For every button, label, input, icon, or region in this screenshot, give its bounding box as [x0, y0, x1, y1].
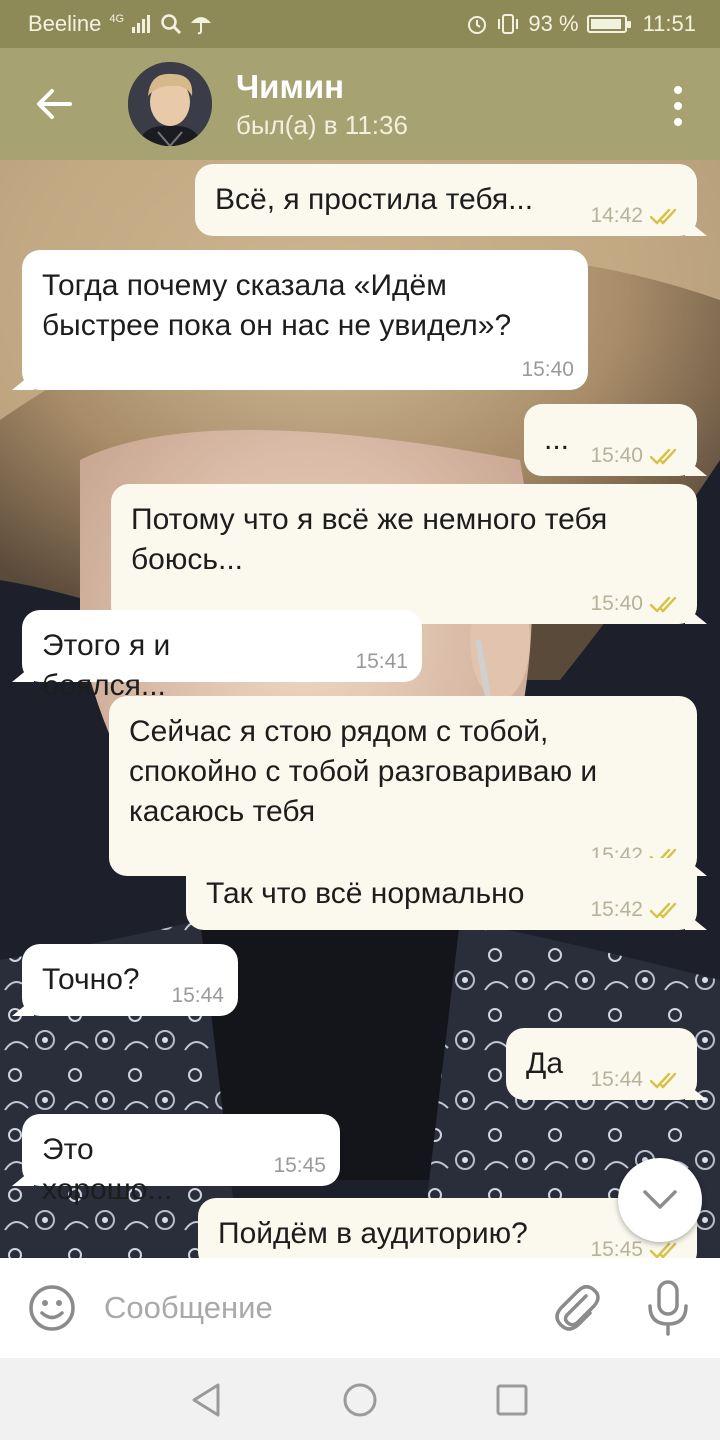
message-time: 15:42 — [590, 898, 643, 921]
message-text: Точно? — [42, 963, 140, 996]
outgoing-message[interactable]: Сейчас я стою рядом с тобой, спокойно с … — [109, 696, 697, 876]
outgoing-message[interactable]: Всё, я простила тебя... 14:42 — [195, 164, 697, 236]
umbrella-icon — [190, 13, 212, 35]
smiley-icon — [29, 1285, 75, 1331]
message-meta: 15:41 — [355, 650, 408, 674]
status-bar: Beeline 4G 93 % 11:51 — [0, 0, 720, 48]
scroll-to-bottom-button[interactable] — [618, 1158, 702, 1242]
menu-dot — [674, 102, 682, 110]
paperclip-icon — [555, 1285, 600, 1331]
more-vertical-icon — [674, 86, 682, 94]
network-type-label: 4G — [109, 13, 125, 25]
chat-header: Чимин был(а) в 11:36 — [0, 48, 720, 160]
vibrate-icon — [496, 13, 520, 35]
message-meta: 15:44 — [171, 984, 224, 1008]
message-time: 14:42 — [590, 204, 643, 227]
arrow-left-icon — [37, 89, 72, 119]
contact-name[interactable]: Чимин — [236, 68, 344, 106]
system-navigation-bar — [0, 1358, 720, 1440]
carrier-label: Beeline — [28, 11, 102, 36]
message-composer — [0, 1258, 720, 1358]
message-text: Это хорошо... — [42, 1133, 173, 1206]
more-options-button[interactable] — [666, 86, 690, 126]
read-receipt-icon — [649, 207, 683, 225]
message-time: 15:40 — [590, 592, 643, 615]
microphone-icon — [648, 1280, 688, 1336]
avatar[interactable] — [128, 62, 212, 146]
message-time: 15:45 — [273, 1154, 326, 1177]
read-receipt-icon — [649, 595, 683, 613]
read-receipt-icon — [649, 1241, 683, 1258]
clock: 11:51 — [642, 11, 696, 36]
back-button[interactable] — [28, 78, 80, 130]
search-icon — [160, 13, 182, 35]
alarm-icon — [466, 13, 488, 35]
message-text: Тогда почему сказала «Идём быстрее пока … — [42, 269, 512, 342]
message-text: Этого я и боялся... — [42, 629, 171, 702]
incoming-message[interactable]: Точно? 15:44 — [22, 944, 238, 1016]
battery-percent: 93 % — [528, 11, 579, 36]
menu-dot — [674, 118, 682, 126]
message-time: 15:44 — [590, 1068, 643, 1091]
chevron-down-icon — [643, 1190, 677, 1209]
message-text: ... — [544, 423, 570, 456]
incoming-message[interactable]: Это хорошо... 15:45 — [22, 1114, 340, 1206]
outgoing-message[interactable]: Потому что я всё же немного тебя боюсь..… — [111, 484, 697, 624]
outgoing-message[interactable]: Так что всё нормально 15:42 — [186, 858, 697, 930]
outgoing-message[interactable]: Да 15:44 — [506, 1028, 697, 1100]
nav-back-button[interactable] — [186, 1380, 226, 1420]
message-text: Так что всё нормально — [206, 877, 525, 910]
read-receipt-icon — [649, 447, 683, 465]
attach-button[interactable] — [552, 1282, 602, 1334]
message-meta: 15:42 — [590, 898, 683, 922]
incoming-message[interactable]: Тогда почему сказала «Идём быстрее пока … — [22, 250, 588, 390]
message-time: 15:44 — [171, 984, 224, 1007]
message-input[interactable] — [104, 1286, 524, 1330]
nav-recents-button[interactable] — [492, 1380, 532, 1420]
message-meta: 15:40 — [590, 444, 683, 468]
incoming-message[interactable]: Этого я и боялся... 15:41 — [22, 610, 422, 702]
message-text: Потому что я всё же немного тебя боюсь..… — [131, 503, 608, 576]
signal-icon — [132, 15, 152, 33]
last-seen-status: был(а) в 11:36 — [236, 110, 408, 140]
message-meta: 15:40 — [590, 592, 683, 616]
square-recents-icon — [496, 1384, 528, 1416]
message-meta: 15:44 — [590, 1068, 683, 1092]
battery-icon — [586, 15, 631, 33]
message-time: 15:40 — [521, 358, 574, 381]
read-receipt-icon — [649, 1071, 683, 1089]
outgoing-message[interactable]: ... 15:40 — [524, 404, 697, 476]
message-meta: 15:45 — [273, 1154, 326, 1178]
message-time: 15:41 — [355, 650, 408, 673]
message-text: Всё, я простила тебя... — [215, 183, 534, 216]
emoji-button[interactable] — [28, 1284, 76, 1332]
message-text: Сейчас я стою рядом с тобой, спокойно с … — [129, 715, 598, 828]
message-text: Да — [526, 1047, 564, 1080]
message-meta: 14:42 — [590, 204, 683, 228]
read-receipt-icon — [649, 901, 683, 919]
message-meta: 15:40 — [521, 358, 574, 382]
circle-home-icon — [343, 1383, 377, 1417]
message-time: 15:40 — [590, 444, 643, 467]
nav-home-button[interactable] — [340, 1380, 380, 1420]
triangle-back-icon — [192, 1383, 220, 1417]
chat-area[interactable]: Всё, я простила тебя... 14:42 Тогда почему… — [0, 160, 720, 1258]
message-text: Пойдём в аудиторию? — [218, 1217, 528, 1250]
message-time: 15:45 — [590, 1238, 643, 1258]
voice-message-button[interactable] — [644, 1280, 692, 1336]
